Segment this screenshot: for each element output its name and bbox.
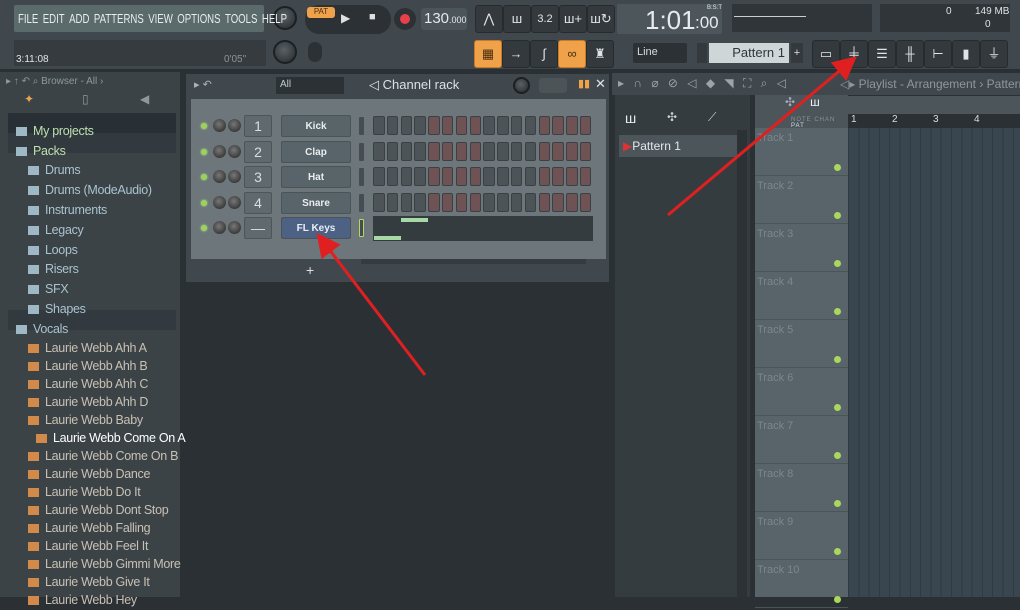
arrow-to-fl-keys: [322, 240, 425, 375]
menu-options[interactable]: OPTIONS: [177, 11, 220, 26]
annotation-arrows: [0, 0, 1020, 597]
menu-add[interactable]: ADD: [69, 11, 89, 26]
menu-tools[interactable]: TOOLS: [225, 11, 257, 26]
track-enable-led[interactable]: [834, 596, 841, 603]
menu-file[interactable]: FILE: [18, 11, 38, 26]
menu-patterns[interactable]: PATTERNS: [94, 11, 144, 26]
menu-bar: FILEEDITADDPATTERNSVIEWOPTIONSTOOLSHELP: [14, 5, 264, 32]
menu-view[interactable]: VIEW: [148, 11, 173, 26]
audio-file-icon: [28, 596, 39, 605]
menu-edit[interactable]: EDIT: [43, 11, 65, 26]
arrow-to-piano-roll: [668, 62, 850, 215]
menu-help[interactable]: HELP: [262, 11, 287, 26]
